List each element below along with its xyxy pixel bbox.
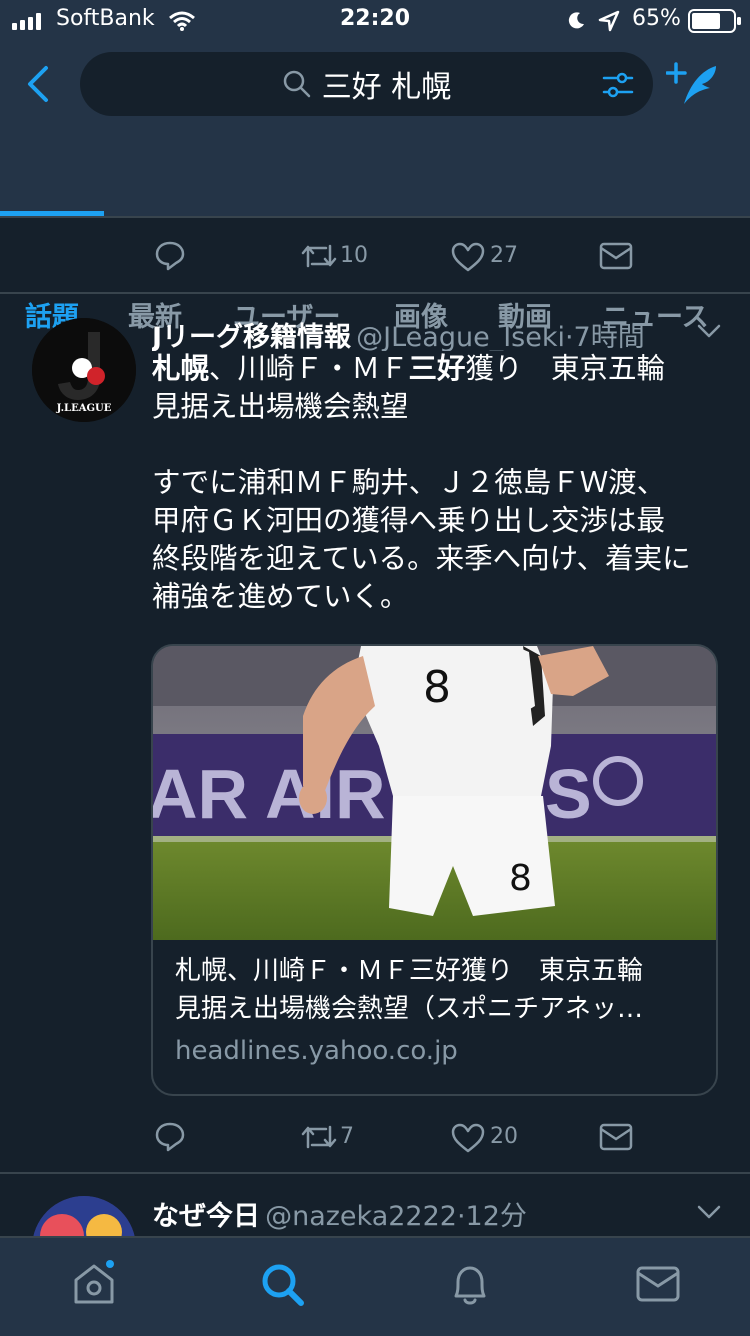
like-icon[interactable] [451,242,485,272]
tweet-headline-line1: 札幌、川崎Ｆ・ＭＦ三好獲り 東京五輪 [152,352,666,385]
tweet-header: Jリーグ移籍情報 @JLeague_Iseki·7時間 [152,315,692,351]
tweet-actions: 7 20 [0,1100,750,1174]
like-count: 20 [490,1124,518,1149]
search-icon [283,70,310,98]
chevron-down-icon[interactable] [696,1203,722,1221]
tweet-body-line1: すでに浦和ＭＦ駒井、Ｊ２徳島ＦＷ渡、 [152,466,666,499]
card-image: AR AIR S 8 8 [153,646,716,940]
svg-text:AR AIR: AR AIR [153,755,386,833]
link-card[interactable]: AR AIR S 8 8 札幌、川崎Ｆ・ＭＦ三好獲り 東京五輪 見据え出場機会熱… [151,644,718,1096]
jersey-number: 8 [423,662,451,713]
tweet-headline-line2: 見据え出場機会熱望 [152,390,409,423]
status-bar: SoftBank 22:20 65% [0,0,750,42]
next-tweet-header: なぜ今日 @nazeka2222·12分 [152,1194,692,1230]
notification-dot [106,1260,114,1268]
author-handle[interactable]: @nazeka2222 [265,1201,457,1230]
like-count: 27 [490,243,518,268]
explore-icon[interactable] [260,1262,306,1308]
location-icon [598,10,620,32]
author-name[interactable]: Jリーグ移籍情報 [152,322,351,351]
retweet-count: 10 [340,243,368,268]
tweet-divider [0,292,750,294]
search-input[interactable]: 三好 札幌 [80,52,653,116]
avatar[interactable]: J.LEAGUE [32,318,136,422]
compose-icon[interactable] [666,60,722,112]
retweet-icon[interactable] [300,242,338,270]
tweet-time: ·12分 [456,1201,527,1230]
tweet-body-line2: 甲府ＧＫ河田の獲得へ乗り出し交渉は最 [152,504,666,537]
like-icon[interactable] [451,1123,485,1153]
retweet-icon[interactable] [300,1123,338,1151]
tweet-time: ·7時間 [564,322,645,351]
chevron-down-icon[interactable] [696,322,722,340]
bell-icon[interactable] [448,1262,492,1308]
battery-percent: 65% [632,6,681,31]
svg-text:S: S [545,755,592,833]
tweet-text: 札幌、川崎Ｆ・ＭＦ三好獲り 東京五輪 見据え出場機会熱望 すでに浦和ＭＦ駒井、Ｊ… [152,350,722,616]
card-domain: headlines.yahoo.co.jp [175,1036,458,1066]
moon-icon [568,12,584,29]
bottom-tab-bar [0,1236,750,1336]
filter-icon[interactable] [602,70,634,100]
avatar-label: J.LEAGUE [56,403,112,414]
home-icon[interactable] [70,1260,118,1306]
dm-icon[interactable] [599,242,633,270]
mail-icon[interactable] [636,1266,680,1302]
tweet-body-line4: 補強を進めていく。 [152,580,409,613]
dm-icon[interactable] [599,1123,633,1151]
back-icon[interactable] [24,64,54,104]
reply-icon[interactable] [154,240,186,272]
tweet-body-line3: 終段階を迎えている。来季へ向け、着実に [152,542,691,575]
search-query: 三好 札幌 [321,70,452,105]
author-handle[interactable]: @JLeague_Iseki [356,322,565,351]
search-tabs: 話題 最新 ユーザー 画像 動画 ニュース [0,140,750,333]
svg-text:8: 8 [509,858,532,899]
reply-icon[interactable] [154,1121,186,1153]
prev-tweet-actions: 10 27 [0,218,750,292]
tweet-divider [0,1172,750,1174]
battery-icon [688,9,741,33]
jleague-logo-icon: J.LEAGUE [32,318,136,422]
card-title: 札幌、川崎Ｆ・ＭＦ三好獲り 東京五輪 見据え出場機会熱望（スポニチアネッ… [175,956,644,1024]
author-name[interactable]: なぜ今日 [152,1201,260,1230]
retweet-count: 7 [340,1124,354,1149]
